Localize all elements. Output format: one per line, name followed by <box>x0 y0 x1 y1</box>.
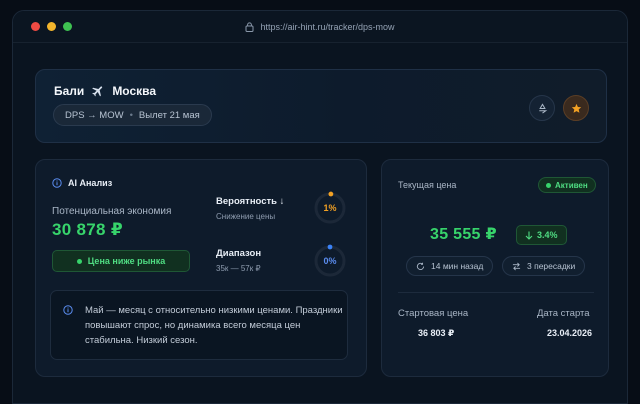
probability-label: Вероятность ↓ <box>216 196 285 207</box>
range-value: 0% <box>323 256 337 266</box>
info-icon <box>52 178 62 188</box>
season-info-box: Май — месяц с относительно низкими ценам… <box>50 290 348 360</box>
departure-date: Вылет 21 мая <box>138 109 200 121</box>
airplane-icon <box>92 86 103 97</box>
lock-icon <box>245 22 254 32</box>
current-price-card: Текущая цена Активен 35 555 ₽ 3.4% 14 ми… <box>381 159 609 377</box>
maximize-window-button[interactable] <box>63 22 72 31</box>
season-info-text: Май — месяц с относительно низкими ценам… <box>85 305 343 346</box>
status-badge: Активен <box>538 177 596 193</box>
route-header: Бали Москва DPS → MOW • Вылет 21 мая <box>35 69 607 143</box>
price-change-text: 3.4% <box>537 230 558 240</box>
current-price-value: 35 555 ₽ <box>430 226 497 243</box>
window-controls <box>31 22 72 31</box>
info-icon <box>63 305 73 315</box>
savings-label: Потенциальная экономия <box>52 206 172 217</box>
star-icon <box>571 103 581 113</box>
title-bar: https://air-hint.ru/tracker/dps-mow <box>13 11 627 43</box>
updated-text: 14 мин назад <box>431 261 484 271</box>
origin-city: Бали <box>54 84 85 98</box>
address-bar[interactable]: https://air-hint.ru/tracker/dps-mow <box>13 11 627 43</box>
price-change-badge: 3.4% <box>516 225 567 245</box>
url-text: https://air-hint.ru/tracker/dps-mow <box>260 22 395 32</box>
route-title: Бали Москва <box>54 84 156 98</box>
current-price-label: Текущая цена <box>398 180 457 190</box>
stops-text: 3 пересадки <box>527 261 576 271</box>
start-price-label: Стартовая цена <box>398 308 469 319</box>
browser-window: https://air-hint.ru/tracker/dps-mow Бали… <box>12 10 628 404</box>
route-code: DPS → MOW <box>65 109 124 121</box>
probability-sub: Снижение цены <box>216 212 276 221</box>
range-label: Диапазон <box>216 248 262 259</box>
ai-analysis-card: AI Анализ Потенциальная экономия 30 878 … <box>35 159 367 377</box>
market-status-badge: Цена ниже рынка <box>52 250 190 272</box>
status-dot <box>76 258 82 264</box>
arrow-down-icon <box>525 231 533 240</box>
start-price-value: 36 803 ₽ <box>418 328 455 338</box>
start-date-value: 23.04.2026 <box>547 328 593 338</box>
start-date-label: Дата старта <box>537 308 590 319</box>
route-separator: • <box>129 109 133 121</box>
stops-pill: 3 пересадки <box>502 256 586 276</box>
status-badge-text: Активен <box>555 180 588 190</box>
route-chip: DPS → MOW • Вылет 21 мая <box>53 104 212 126</box>
recycle-icon <box>538 102 547 113</box>
updated-pill: 14 мин назад <box>406 256 494 276</box>
savings-value: 30 878 ₽ <box>52 220 123 239</box>
share-button[interactable] <box>529 95 555 121</box>
status-dot <box>546 182 551 188</box>
refresh-icon <box>416 262 425 270</box>
transfer-icon <box>512 262 521 270</box>
favorite-button[interactable] <box>563 95 589 121</box>
ai-title-text: AI Анализ <box>68 178 113 188</box>
ai-analysis-title: AI Анализ <box>52 178 112 188</box>
range-sub: 35к — 57к ₽ <box>216 264 261 273</box>
destination-city: Москва <box>112 84 157 98</box>
close-window-button[interactable] <box>31 22 40 31</box>
probability-value: 1% <box>323 203 337 213</box>
divider <box>398 292 594 293</box>
minimize-window-button[interactable] <box>47 22 56 31</box>
market-badge-text: Цена ниже рынка <box>87 256 166 266</box>
